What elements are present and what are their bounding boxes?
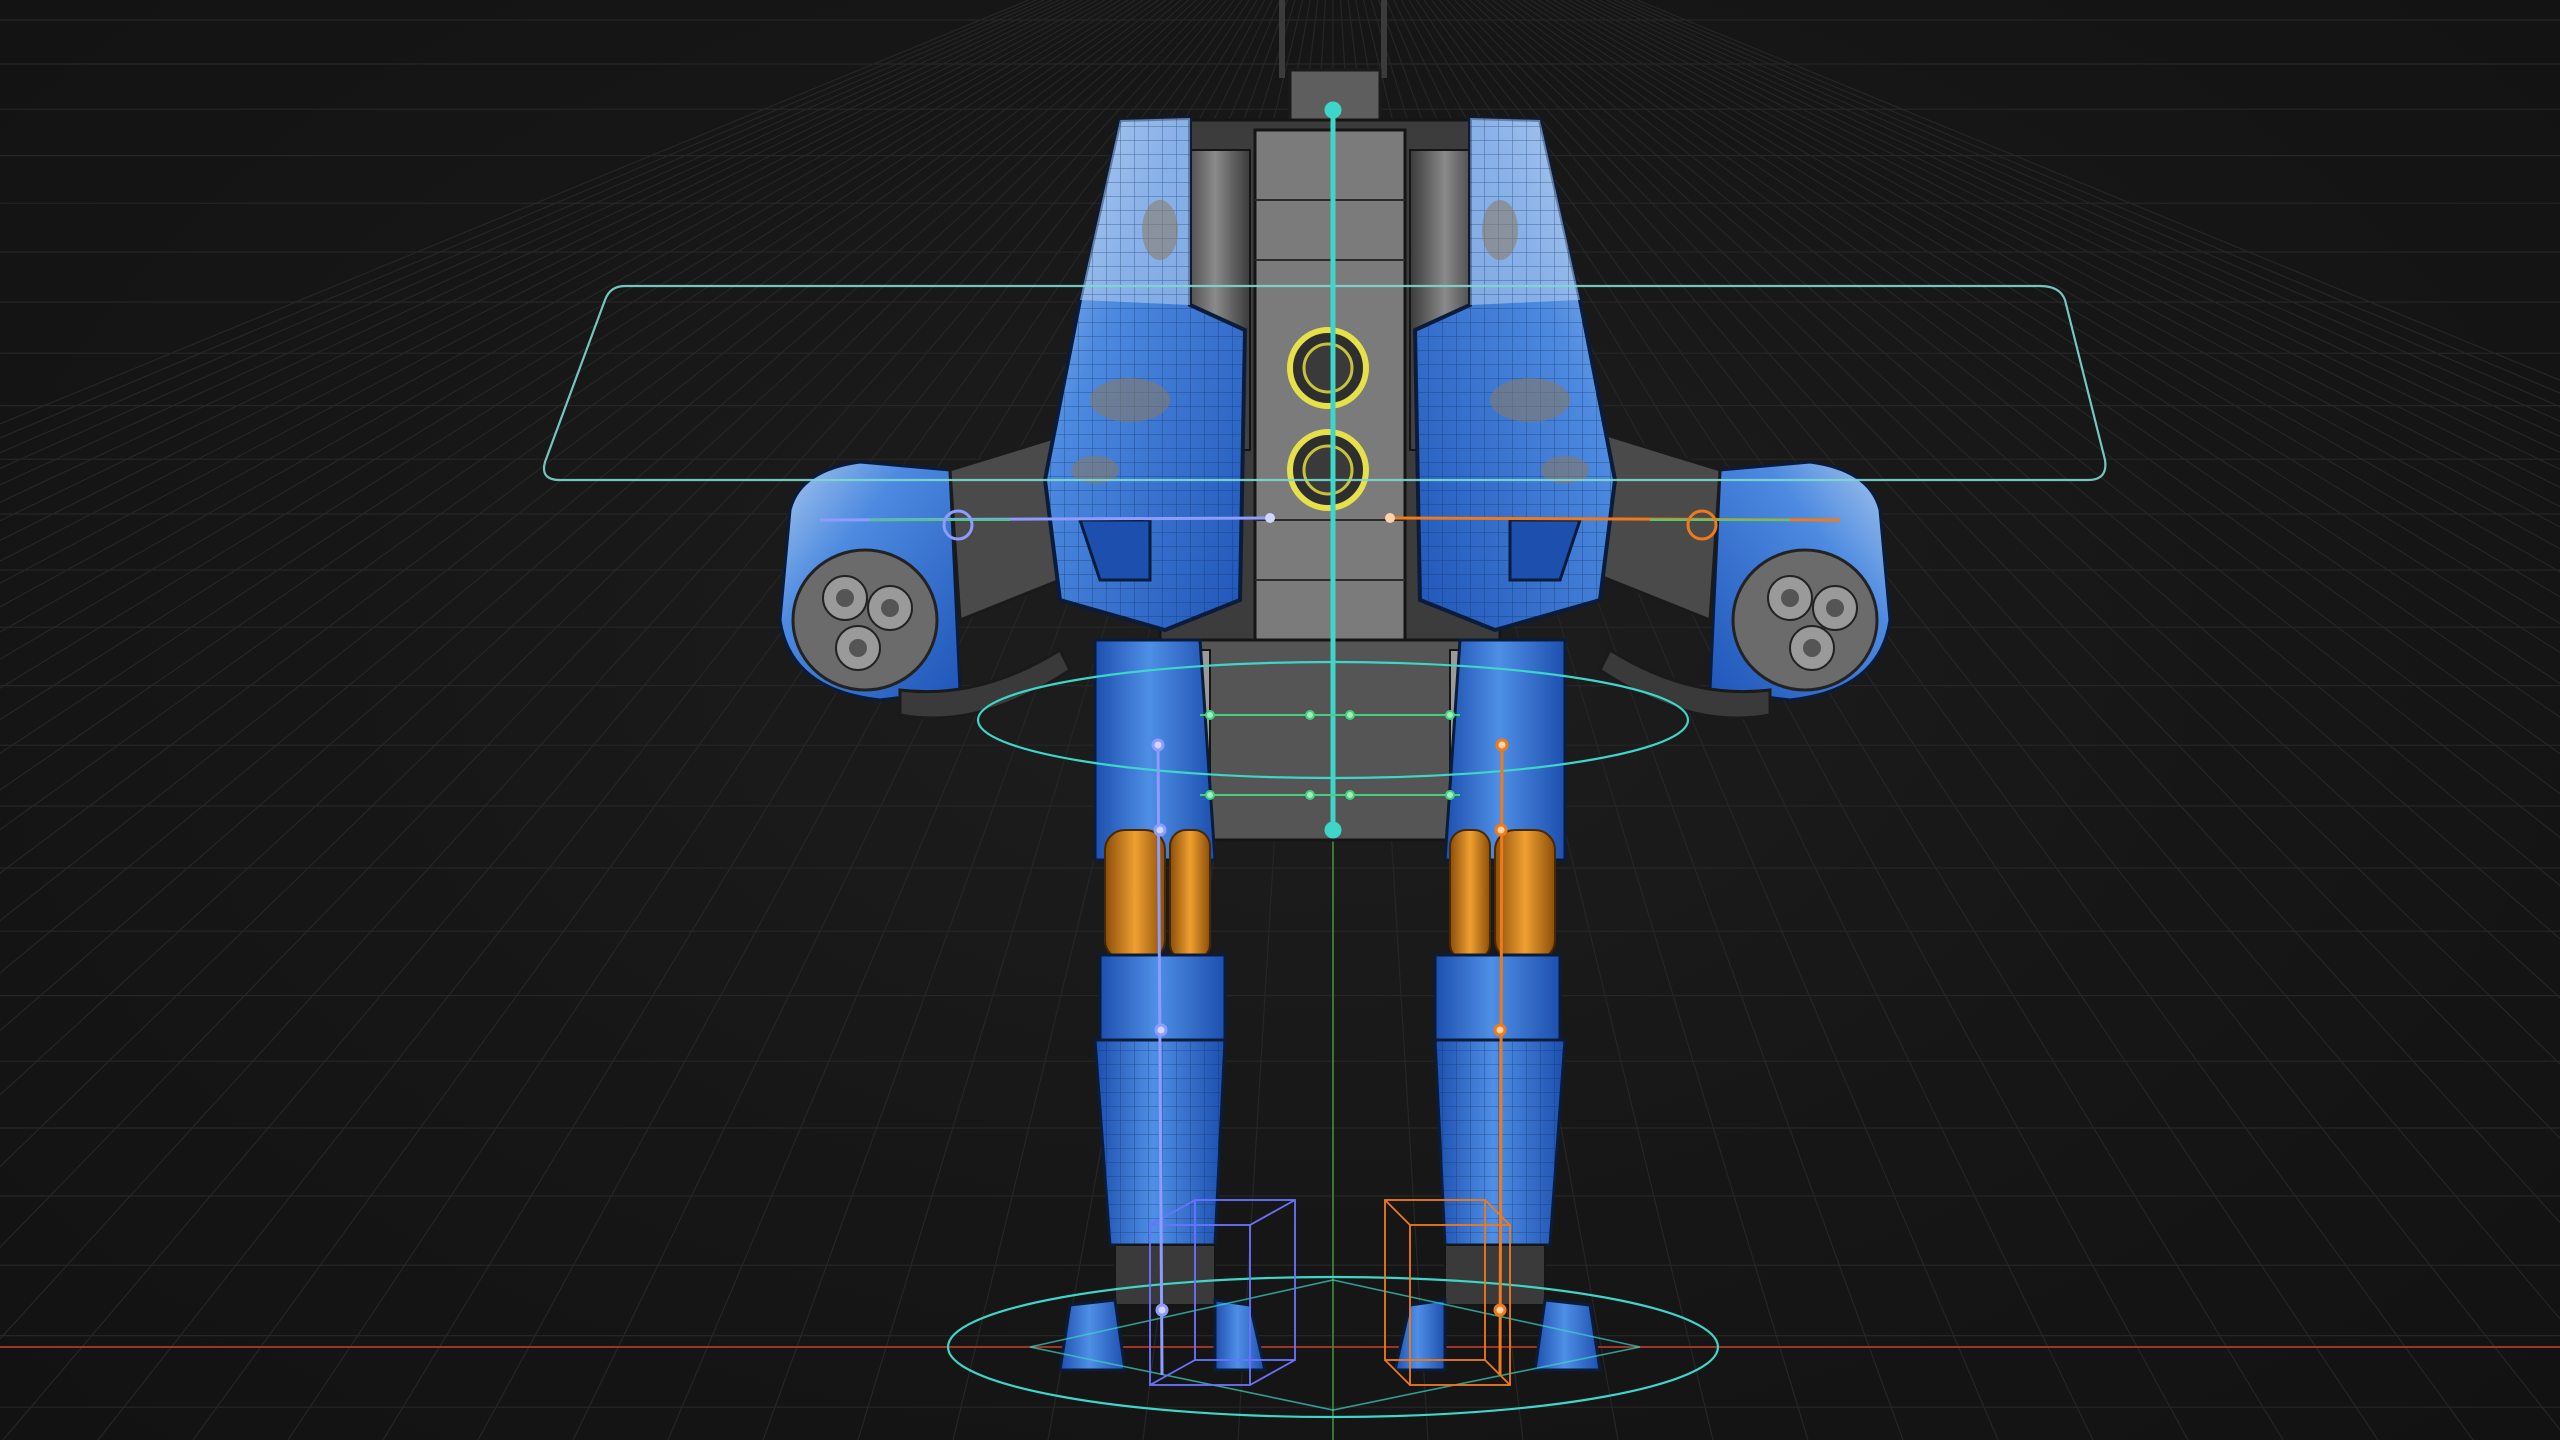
grid-line [1522,0,2560,685]
left-shoulder-pod[interactable] [778,460,962,702]
grid-line [192,0,1243,1440]
grid-line [1621,0,2560,408]
grid-line [1499,0,2560,795]
grid-line [1492,0,2560,839]
grid-line [0,0,1121,660]
right-shoulder-pod[interactable] [1708,460,1892,702]
grid-line [1454,0,2560,1140]
grid-line [1446,0,2560,1224]
grid-line [1461,0,2560,1065]
grid-line [1606,0,2560,437]
viewport-canvas[interactable] [0,0,2560,1440]
grid-line [1629,0,2560,394]
grid-line [0,0,1205,1168]
grid-line [0,0,1167,874]
grid-line [0,0,1189,1032]
grid-line [1507,0,2560,755]
grid-line [2,0,1228,1440]
grid-line [0,0,1113,633]
grid-line [0,0,1182,974]
grid-line [0,0,1068,503]
grid-line [0,0,1212,1249]
grid-line [1613,0,2560,422]
grid-line [1469,0,2560,999]
grid-line [1545,0,2560,598]
grid-line [0,0,1197,1096]
grid-line [0,0,1037,439]
grid-line [0,0,1144,755]
grid-line [97,0,1235,1440]
grid-line [0,0,1045,454]
grid-line [0,0,1083,541]
grid-line [1484,0,2560,887]
grid-line [1591,0,2560,471]
grid-line [1423,0,2474,1440]
grid-line [0,0,1075,522]
3d-viewport[interactable] [0,0,2560,1440]
grid-line [1583,0,2560,489]
grid-line [1568,0,2560,528]
grid-line [0,0,1159,831]
grid-line [1575,0,2560,508]
grid-line [0,0,1060,486]
grid-line [0,0,1098,584]
